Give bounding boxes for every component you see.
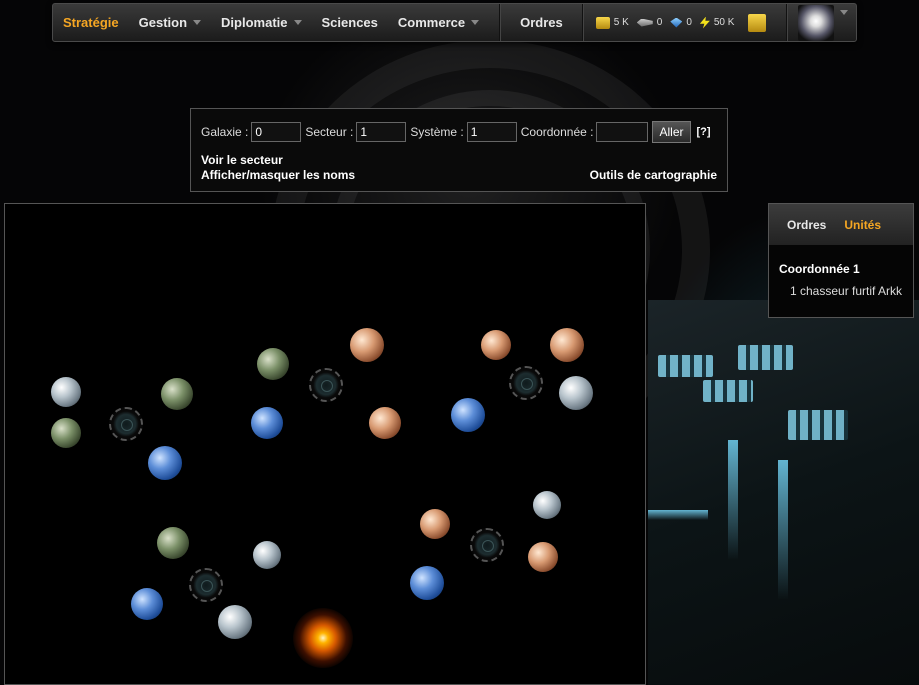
galaxy-input[interactable]: [251, 122, 302, 142]
nav-diplomatie[interactable]: Diplomatie: [211, 4, 311, 41]
unit-entry[interactable]: 1 chasseur furtif Arkk: [790, 284, 902, 298]
planet[interactable]: [420, 509, 450, 539]
tab-unites[interactable]: Unités: [835, 218, 890, 232]
planet[interactable]: [218, 605, 252, 639]
planet[interactable]: [131, 588, 163, 620]
coordinate-search-box: Galaxie : Secteur : Système : Coordonnée…: [190, 108, 728, 192]
ship-icon: [636, 18, 653, 27]
space-station[interactable]: [309, 368, 343, 402]
planet[interactable]: [369, 407, 401, 439]
nav-commerce[interactable]: Commerce: [388, 4, 489, 41]
planet[interactable]: [550, 328, 584, 362]
planet[interactable]: [157, 527, 189, 559]
planet[interactable]: [528, 542, 558, 572]
nav-strategie[interactable]: Stratégie: [53, 4, 129, 41]
planet[interactable]: [350, 328, 384, 362]
background-console: [648, 300, 919, 685]
nav-separator: [786, 4, 789, 41]
chevron-down-icon: [293, 20, 302, 25]
sector-input[interactable]: [356, 122, 407, 142]
sector-label: Secteur :: [305, 125, 354, 139]
view-sector-link[interactable]: Voir le secteur: [201, 153, 283, 167]
tab-ordres[interactable]: Ordres: [769, 218, 835, 232]
system-input[interactable]: [466, 122, 517, 142]
planet[interactable]: [481, 330, 511, 360]
resource-energy: 50 K: [699, 16, 734, 29]
planet[interactable]: [559, 376, 593, 410]
info-side-panel: Ordres Unités Coordonnée 1 1 chasseur fu…: [768, 203, 914, 318]
coordinate-form: Galaxie : Secteur : Système : Coordonnée…: [201, 121, 711, 143]
planet[interactable]: [451, 398, 485, 432]
chevron-down-icon: [471, 20, 480, 25]
coordinate-label: Coordonnée :: [520, 125, 594, 139]
space-station[interactable]: [509, 366, 543, 400]
system-map[interactable]: [4, 203, 646, 685]
side-panel-tabs: Ordres Unités: [769, 204, 913, 245]
top-nav-bar: Stratégie Gestion Diplomatie Sciences Co…: [52, 3, 857, 42]
planet[interactable]: [161, 378, 193, 410]
planet[interactable]: [51, 418, 81, 448]
help-link[interactable]: [?]: [697, 126, 711, 138]
crystal-icon: [670, 17, 683, 28]
planet[interactable]: [51, 377, 81, 407]
planet[interactable]: [410, 566, 444, 600]
resource-crystal: 0: [670, 17, 692, 28]
space-station[interactable]: [109, 407, 143, 441]
planet[interactable]: [257, 348, 289, 380]
planet[interactable]: [148, 446, 182, 480]
nav-ordres[interactable]: Ordres: [501, 4, 582, 41]
avatar[interactable]: [798, 4, 835, 41]
space-station[interactable]: [189, 568, 223, 602]
go-button[interactable]: Aller: [652, 121, 691, 143]
chevron-down-icon[interactable]: [840, 10, 849, 15]
coordinate-title: Coordonnée 1: [779, 262, 860, 276]
planet[interactable]: [253, 541, 281, 569]
planet[interactable]: [533, 491, 561, 519]
planet[interactable]: [251, 407, 283, 439]
energy-icon: [699, 16, 710, 29]
galaxy-label: Galaxie :: [201, 125, 249, 139]
toggle-names-link[interactable]: Afficher/masquer les noms: [201, 168, 355, 182]
resource-bonus[interactable]: [742, 13, 770, 32]
nav-separator: [581, 4, 584, 41]
credits-icon: [595, 16, 610, 29]
resource-ships: 0: [636, 17, 662, 28]
nav-gestion[interactable]: Gestion: [129, 4, 211, 41]
system-label: Système :: [410, 125, 464, 139]
mapping-tools-link[interactable]: Outils de cartographie: [590, 168, 717, 182]
resource-credits: 5 K: [595, 16, 629, 29]
nav-sciences[interactable]: Sciences: [312, 4, 388, 41]
space-station[interactable]: [470, 528, 504, 562]
star-sun[interactable]: [293, 608, 353, 668]
bonus-icon[interactable]: [748, 13, 767, 32]
coordinate-input[interactable]: [596, 122, 649, 142]
chevron-down-icon: [193, 20, 202, 25]
